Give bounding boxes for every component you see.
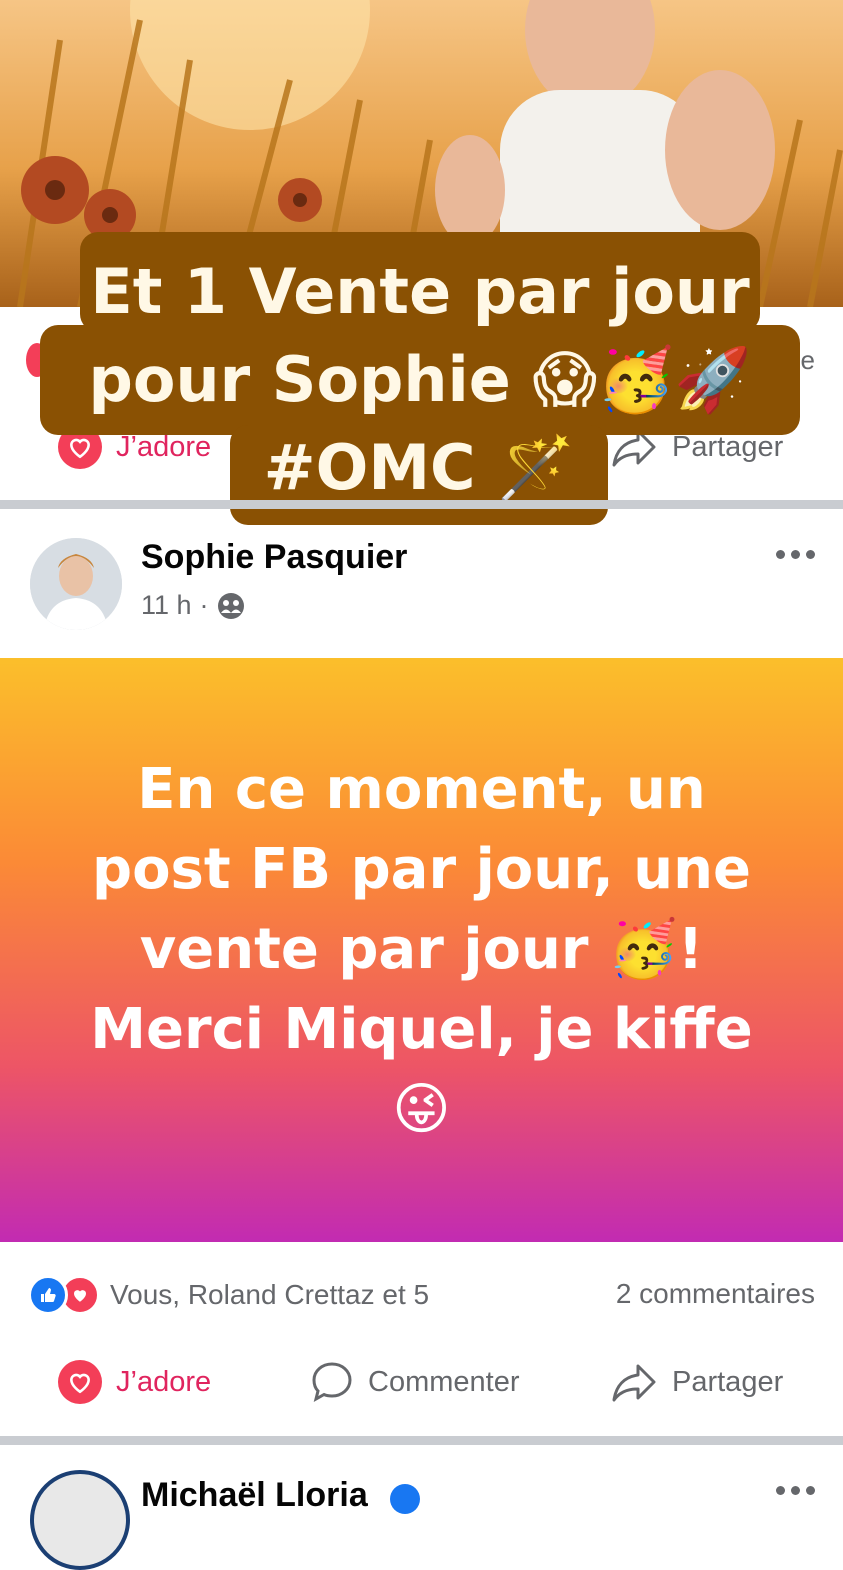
post-text-background[interactable]: En ce moment, un post FB par jour, une v… (0, 658, 843, 1242)
friends-icon (217, 592, 244, 619)
comment-button[interactable]: Commenter (310, 1360, 520, 1404)
next-author-name[interactable]: Michaël Lloria (141, 1476, 368, 1515)
more-options-icon[interactable] (776, 1486, 815, 1495)
post-divider (0, 500, 843, 509)
love-label: J’adore (116, 430, 212, 463)
reactions-text: Vous, Roland Crettaz et 5 (110, 1279, 430, 1310)
like-reaction-icon (28, 1275, 68, 1315)
meta-separator: · (199, 590, 209, 620)
previous-comments-text: e (800, 345, 815, 375)
reactions-summary[interactable]: Vous, Roland Crettaz et 5 (28, 1275, 429, 1315)
caption-line: Et 1 Vente par jour (90, 255, 750, 328)
caption-line: pour Sophie 😱🥳🚀 (88, 343, 752, 416)
share-label: Partager (672, 1365, 784, 1398)
post-text-line: vente par jour 🥳! (139, 917, 704, 982)
post-text: En ce moment, un post FB par jour, une v… (42, 750, 802, 1150)
share-label: Partager (672, 430, 784, 463)
comment-label: Commenter (368, 1365, 520, 1398)
love-button[interactable]: J’adore (58, 1360, 211, 1404)
heart-icon (58, 1360, 102, 1404)
post-meta: 11 h · (141, 590, 245, 621)
post-time[interactable]: 11 h (141, 590, 192, 621)
post-text-line: Merci Miquel, je kiffe (90, 997, 753, 1062)
post-text-line: post FB par jour, une (92, 837, 751, 902)
post-text-line: En ce moment, un (137, 757, 706, 822)
author-avatar[interactable] (30, 538, 122, 630)
more-options-icon[interactable] (776, 550, 815, 559)
comment-icon (312, 1362, 352, 1403)
author-name[interactable]: Sophie Pasquier (141, 538, 407, 577)
share-button[interactable]: Partager (610, 1360, 783, 1404)
caption-line: #OMC 🪄 (263, 431, 575, 504)
post-divider (0, 1436, 843, 1445)
post-text-line: 😜 (392, 1077, 451, 1142)
love-label: J’adore (116, 1365, 212, 1398)
share-icon (612, 1364, 656, 1402)
comments-count[interactable]: 2 commentaires (616, 1278, 815, 1310)
verified-badge-icon (390, 1484, 420, 1514)
next-author-avatar[interactable] (30, 1470, 130, 1570)
